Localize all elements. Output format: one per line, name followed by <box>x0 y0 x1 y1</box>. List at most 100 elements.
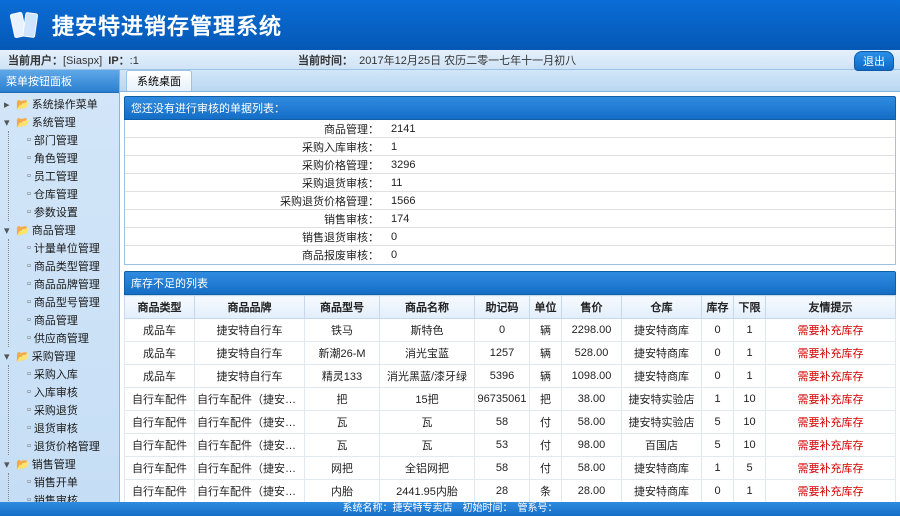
table-cell: 15把 <box>380 388 475 411</box>
stock-section-title: 库存不足的列表 <box>124 271 896 295</box>
tree-item[interactable]: ▫部门管理 <box>9 131 119 149</box>
exit-button[interactable]: 退出 <box>854 51 894 71</box>
tree-item-label: 角色管理 <box>34 150 78 166</box>
table-row[interactable]: 自行车配件自行车配件（捷安特）内胎2441.95内胎28条28.00捷安特商库0… <box>125 480 896 503</box>
tree-group[interactable]: ▸📂系统操作菜单 <box>0 95 119 113</box>
grid-header-cell[interactable]: 友情提示 <box>766 296 896 319</box>
file-icon: ▫ <box>27 368 31 380</box>
tree-item[interactable]: ▫退货价格管理 <box>9 437 119 455</box>
pending-row: 销售审核：174 <box>125 210 895 228</box>
tree-item[interactable]: ▫仓库管理 <box>9 185 119 203</box>
table-cell: 10 <box>734 434 766 457</box>
grid-header-cell[interactable]: 单位 <box>530 296 562 319</box>
tree-item[interactable]: ▫商品类型管理 <box>9 257 119 275</box>
table-cell: 需要补充库存 <box>766 434 896 457</box>
table-row[interactable]: 成品车捷安特自行车铁马斯特色0辆2298.00捷安特商库01需要补充库存 <box>125 319 896 342</box>
tree-item[interactable]: ▫销售开单 <box>9 473 119 491</box>
table-row[interactable]: 自行车配件自行车配件（捷安特）瓦瓦53付98.00百国店510需要补充库存 <box>125 434 896 457</box>
grid-header-cell[interactable]: 商品名称 <box>380 296 475 319</box>
toggle-icon: ▾ <box>4 224 14 237</box>
tree-item[interactable]: ▫参数设置 <box>9 203 119 221</box>
app-logo-icon <box>8 7 44 43</box>
table-cell: 需要补充库存 <box>766 319 896 342</box>
tree-item[interactable]: ▫入库审核 <box>9 383 119 401</box>
table-cell: 消光宝蓝 <box>380 342 475 365</box>
toggle-icon: ▾ <box>4 116 14 129</box>
tree-item[interactable]: ▫采购退货 <box>9 401 119 419</box>
table-cell: 2441.95内胎 <box>380 480 475 503</box>
table-cell: 自行车配件（捷安特） <box>195 411 305 434</box>
folder-icon: 📂 <box>16 224 30 237</box>
table-cell: 58.00 <box>562 457 622 480</box>
sidebar: 菜单按钮面板 ▸📂系统操作菜单▾📂系统管理▫部门管理▫角色管理▫员工管理▫仓库管… <box>0 70 120 502</box>
file-icon: ▫ <box>27 278 31 290</box>
grid-header-row: 商品类型商品品牌商品型号商品名称助记码单位售价仓库库存下限友情提示 <box>125 296 896 319</box>
pending-label: 采购退货审核： <box>125 175 385 191</box>
table-row[interactable]: 自行车配件自行车配件（捷安特）瓦瓦58付58.00捷安特实验店510需要补充库存 <box>125 411 896 434</box>
table-row[interactable]: 自行车配件自行车配件（捷安特）网把全铝网把58付58.00捷安特商库15需要补充… <box>125 457 896 480</box>
file-icon: ▫ <box>27 440 31 452</box>
file-icon: ▫ <box>27 206 31 218</box>
pending-value: 1566 <box>385 195 415 207</box>
table-cell: 需要补充库存 <box>766 365 896 388</box>
table-cell: 自行车配件 <box>125 388 195 411</box>
table-row[interactable]: 自行车配件自行车配件（捷安特）把15把96735061把38.00捷安特实验店1… <box>125 388 896 411</box>
tree-item[interactable]: ▫商品品牌管理 <box>9 275 119 293</box>
grid-header-cell[interactable]: 库存 <box>702 296 734 319</box>
table-cell: 28 <box>475 480 530 503</box>
pending-value: 11 <box>385 177 402 189</box>
grid-header-cell[interactable]: 助记码 <box>475 296 530 319</box>
table-row[interactable]: 成品车捷安特自行车新潮26-M消光宝蓝1257辆528.00捷安特商库01需要补… <box>125 342 896 365</box>
grid-header-cell[interactable]: 仓库 <box>622 296 702 319</box>
tree-item-label: 计量单位管理 <box>34 240 100 256</box>
tree-item[interactable]: ▫退货审核 <box>9 419 119 437</box>
table-cell: 百国店 <box>622 434 702 457</box>
pending-label: 销售退货审核： <box>125 229 385 245</box>
tab-desktop[interactable]: 系统桌面 <box>126 70 192 91</box>
table-cell: 0 <box>702 342 734 365</box>
table-cell: 58 <box>475 457 530 480</box>
tree-item-label: 参数设置 <box>34 204 78 220</box>
table-cell: 需要补充库存 <box>766 480 896 503</box>
tree-item[interactable]: ▫角色管理 <box>9 149 119 167</box>
tree-item-label: 销售审核 <box>34 492 78 502</box>
file-icon: ▫ <box>27 152 31 164</box>
table-cell: 瓦 <box>380 411 475 434</box>
tree-group[interactable]: ▾📂采购管理 <box>0 347 119 365</box>
table-cell: 1 <box>734 342 766 365</box>
tree-item[interactable]: ▫采购入库 <box>9 365 119 383</box>
table-cell: 自行车配件 <box>125 411 195 434</box>
grid-header-cell[interactable]: 下限 <box>734 296 766 319</box>
tree-item[interactable]: ▫员工管理 <box>9 167 119 185</box>
pending-row: 采购入库审核：1 <box>125 138 895 156</box>
tree-item[interactable]: ▫商品型号管理 <box>9 293 119 311</box>
tree-item[interactable]: ▫计量单位管理 <box>9 239 119 257</box>
table-cell: 528.00 <box>562 342 622 365</box>
tree-item-label: 商品品牌管理 <box>34 276 100 292</box>
pending-label: 商品管理： <box>125 121 385 137</box>
pending-value: 1 <box>385 141 397 153</box>
grid-header-cell[interactable]: 商品品牌 <box>195 296 305 319</box>
table-cell: 捷安特商库 <box>622 342 702 365</box>
grid-header-cell[interactable]: 售价 <box>562 296 622 319</box>
table-cell: 1 <box>702 388 734 411</box>
tree-group[interactable]: ▾📂系统管理 <box>0 113 119 131</box>
pending-label: 销售审核： <box>125 211 385 227</box>
tree-item[interactable]: ▫商品管理 <box>9 311 119 329</box>
grid-header-cell[interactable]: 商品型号 <box>305 296 380 319</box>
grid-header-cell[interactable]: 商品类型 <box>125 296 195 319</box>
table-cell: 自行车配件 <box>125 480 195 503</box>
table-cell: 铁马 <box>305 319 380 342</box>
folder-icon: 📂 <box>16 350 30 363</box>
pending-row: 商品报废审核：0 <box>125 246 895 264</box>
table-row[interactable]: 成品车捷安特自行车精灵133消光黑蓝/漆牙绿5396辆1098.00捷安特商库0… <box>125 365 896 388</box>
tree-item[interactable]: ▫供应商管理 <box>9 329 119 347</box>
table-cell: 全铝网把 <box>380 457 475 480</box>
nav-tree: ▸📂系统操作菜单▾📂系统管理▫部门管理▫角色管理▫员工管理▫仓库管理▫参数设置▾… <box>0 93 119 502</box>
tree-item-label: 部门管理 <box>34 132 78 148</box>
toggle-icon: ▾ <box>4 458 14 471</box>
tree-item[interactable]: ▫销售审核 <box>9 491 119 502</box>
table-cell: 5 <box>702 411 734 434</box>
tree-group[interactable]: ▾📂销售管理 <box>0 455 119 473</box>
tree-group[interactable]: ▾📂商品管理 <box>0 221 119 239</box>
